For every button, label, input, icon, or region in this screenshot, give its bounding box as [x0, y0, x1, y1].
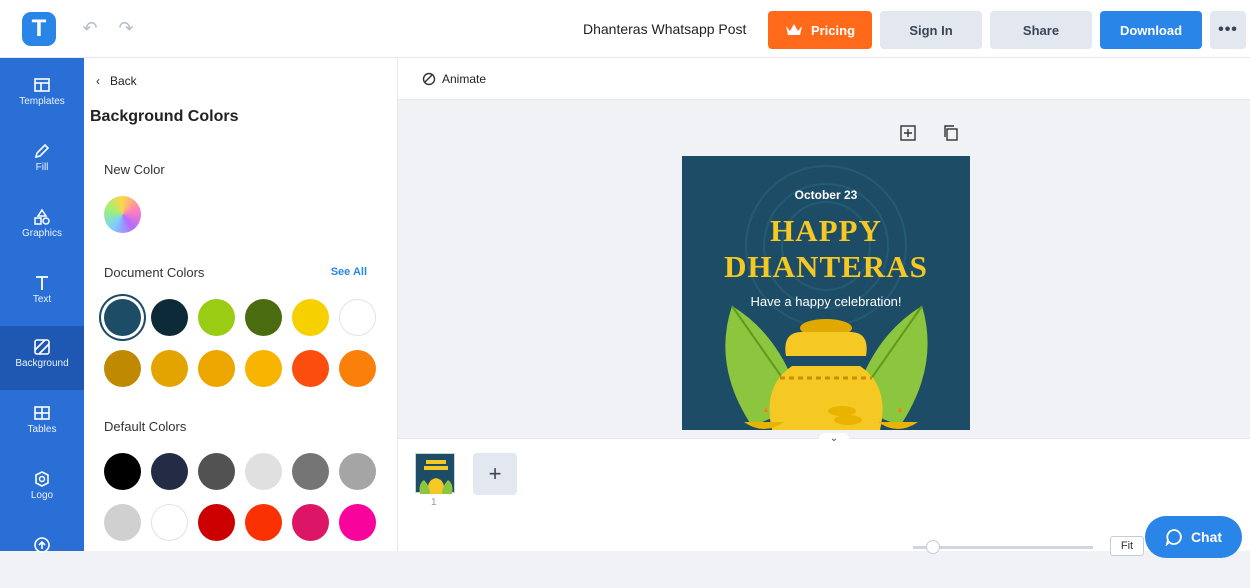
panel-title: Background Colors [90, 108, 239, 125]
plus-icon: + [488, 461, 502, 486]
animate-button[interactable]: Animate [422, 72, 486, 86]
rail-item-graphics[interactable]: Graphics [0, 196, 84, 260]
color-swatch[interactable] [339, 504, 376, 541]
crown-icon [785, 24, 802, 35]
color-swatch[interactable] [198, 453, 235, 490]
chevron-left-icon: ‹ [96, 74, 100, 88]
rail-item-logo[interactable]: Logo [0, 458, 84, 522]
rail-item-templates[interactable]: Templates [0, 64, 84, 128]
app-logo[interactable]: T [22, 12, 56, 46]
back-label: Back [110, 74, 137, 88]
rail-item-text[interactable]: Text [0, 262, 84, 326]
pencil-icon [34, 143, 50, 159]
add-page-button[interactable]: + [473, 453, 517, 495]
color-swatch[interactable] [104, 453, 141, 490]
post-date[interactable]: October 23 [682, 188, 970, 202]
left-toolbar: Templates Fill Graphics Text Background … [0, 58, 84, 553]
color-swatch[interactable] [339, 299, 376, 336]
logo-icon [35, 471, 49, 487]
rail-item-label: Background [15, 358, 69, 369]
rail-item-label: Logo [30, 490, 54, 501]
color-swatch[interactable] [339, 350, 376, 387]
color-swatch[interactable] [292, 504, 329, 541]
color-swatch[interactable] [104, 299, 141, 336]
document-title[interactable]: Dhanteras Whatsapp Post [583, 21, 746, 37]
share-button[interactable]: Share [990, 11, 1092, 49]
color-swatch[interactable] [245, 504, 282, 541]
rail-item-label: Graphics [21, 228, 62, 239]
new-color-label: New Color [104, 162, 165, 177]
download-button[interactable]: Download [1100, 11, 1202, 49]
chat-bubble-icon [1165, 529, 1182, 546]
color-swatch[interactable] [245, 299, 282, 336]
fit-button[interactable]: Fit [1110, 536, 1144, 556]
thumbnail-preview-icon [419, 460, 453, 494]
color-swatch[interactable] [292, 453, 329, 490]
rail-item-label: Fill [35, 162, 49, 173]
more-options-button[interactable]: ••• [1210, 11, 1246, 49]
color-swatch[interactable] [245, 350, 282, 387]
color-swatch[interactable] [151, 504, 188, 541]
rail-item-label: Text [32, 294, 52, 305]
shapes-icon [34, 208, 50, 225]
pricing-label: Pricing [810, 22, 856, 38]
rail-item-fill[interactable]: Fill [0, 130, 84, 194]
post-subtitle[interactable]: Have a happy celebration! [682, 294, 970, 309]
duplicate-page-icon[interactable] [942, 124, 960, 142]
color-swatch[interactable] [104, 350, 141, 387]
canvas-toolbar: Animate [398, 58, 1250, 100]
background-icon [34, 339, 50, 355]
redo-icon[interactable]: ↷ [116, 18, 136, 38]
rail-item-label: Tables [27, 424, 57, 435]
color-swatch[interactable] [151, 350, 188, 387]
pricing-button[interactable]: Pricing [768, 11, 872, 49]
chat-button[interactable]: Chat [1145, 516, 1242, 558]
upload-icon [34, 537, 50, 553]
color-swatch[interactable] [292, 299, 329, 336]
color-swatch[interactable] [292, 350, 329, 387]
rail-item-label: Templates [19, 96, 65, 107]
rail-item-tables[interactable]: Tables [0, 392, 84, 456]
zoom-slider-handle[interactable] [926, 540, 940, 554]
text-icon [36, 276, 48, 290]
chevron-down-icon[interactable]: ⌄ [819, 433, 849, 445]
animate-icon [422, 72, 436, 86]
new-color-picker[interactable] [104, 196, 141, 233]
rail-item-background[interactable]: Background [0, 326, 84, 390]
color-swatch[interactable] [104, 504, 141, 541]
post-title-line1[interactable]: HAPPY [682, 213, 970, 249]
undo-icon[interactable]: ↶ [80, 18, 100, 38]
color-swatch[interactable] [245, 453, 282, 490]
color-swatch[interactable] [151, 299, 188, 336]
post-title-line2[interactable]: DHANTERAS [682, 249, 970, 285]
document-colors-label: Document Colors [104, 265, 205, 280]
add-page-icon[interactable] [899, 124, 917, 142]
color-swatch[interactable] [198, 350, 235, 387]
page-thumbnail[interactable] [415, 453, 455, 494]
rail-item-upload[interactable] [0, 524, 84, 588]
pages-strip: ⌄ 1 + Fit [398, 433, 1250, 556]
design-page[interactable]: October 23 HAPPY DHANTERAS Have a happy … [682, 156, 970, 430]
background-colors-panel: ‹ Back Background Colors New Color Docum… [84, 58, 398, 551]
page-number: 1 [431, 497, 437, 508]
animate-label: Animate [442, 72, 487, 86]
default-colors-label: Default Colors [104, 419, 187, 434]
top-bar: T ↶ ↷ Dhanteras Whatsapp Post Pricing Si… [0, 0, 1250, 58]
color-swatch[interactable] [151, 453, 188, 490]
color-swatch[interactable] [339, 453, 376, 490]
color-swatch[interactable] [198, 504, 235, 541]
chat-label: Chat [1190, 529, 1223, 545]
see-all-link[interactable]: See All [331, 266, 367, 278]
back-button[interactable]: ‹ Back [96, 74, 137, 88]
zoom-slider-track[interactable] [913, 546, 1093, 549]
sign-in-button[interactable]: Sign In [880, 11, 982, 49]
templates-icon [34, 78, 50, 92]
color-swatch[interactable] [198, 299, 235, 336]
table-icon [34, 406, 50, 420]
